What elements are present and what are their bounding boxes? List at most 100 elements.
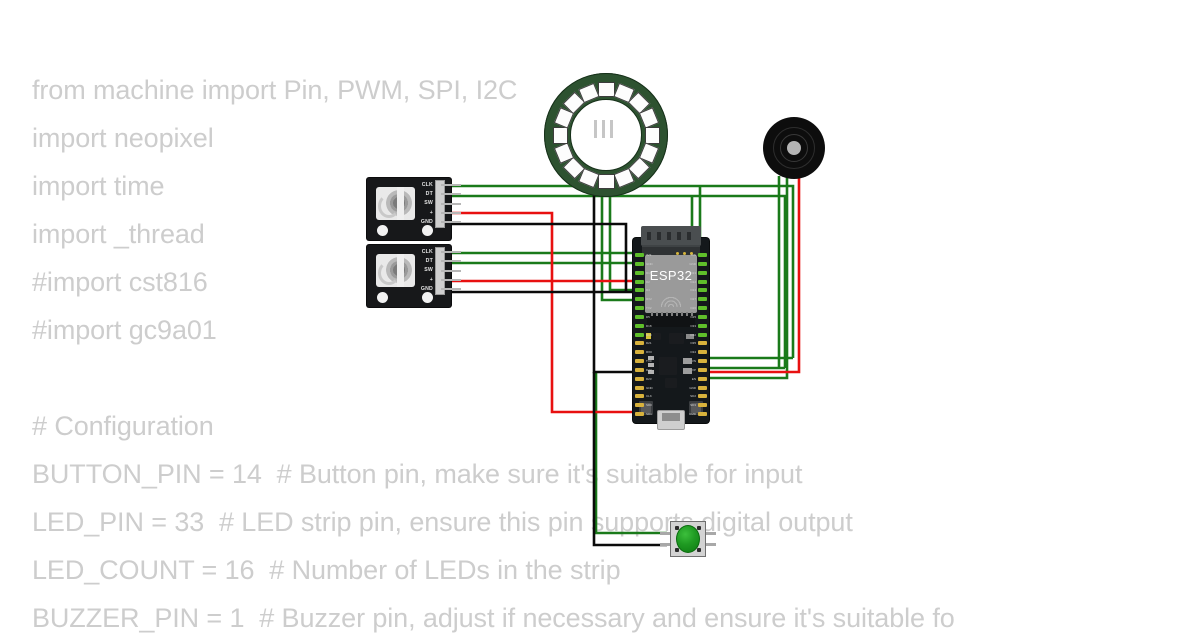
encoder-pin-gnd: GND	[420, 218, 433, 225]
encoder-pin-plus: +	[429, 276, 433, 283]
encoder-lead-5	[441, 221, 461, 224]
pin-tx2[interactable]	[635, 306, 644, 311]
pin-d21[interactable]	[635, 341, 644, 346]
pin-label-d27: D27	[690, 297, 696, 302]
header-right[interactable]: VIN GND D13 D12 D14 D27 D26 D25 D33 D32 D35 D34 VN VP…	[689, 252, 707, 420]
pin-d35[interactable]	[698, 341, 707, 346]
button-cap[interactable]	[676, 525, 700, 553]
encoder-pin-clk: CLK	[421, 182, 433, 188]
simulator-canvas[interactable]: from machine import Pin, PWM, SPI, I2C im…	[0, 0, 1200, 633]
pin-d25[interactable]	[698, 314, 707, 319]
pin-label-gnd: GND	[689, 385, 696, 390]
pin-d12[interactable]	[698, 279, 707, 284]
buzzer[interactable]	[763, 117, 825, 179]
ring-led-1	[597, 81, 615, 97]
push-button[interactable]	[660, 518, 716, 560]
pin-d23[interactable]	[635, 376, 644, 381]
pin-d34[interactable]	[698, 350, 707, 355]
pin-vn[interactable]	[698, 359, 707, 364]
encoder-lead-4	[441, 278, 461, 281]
pin-label-d14: D14	[690, 288, 696, 293]
pin-label-d22: D22	[646, 367, 652, 372]
pin-label-tx2: TX2	[646, 306, 652, 311]
encoder-pin-clk: CLK	[421, 249, 433, 255]
pin-tx0[interactable]	[635, 359, 644, 364]
smd-resistor-c	[648, 363, 654, 367]
pin-label-rx2: RX2	[646, 297, 652, 302]
pin-rx2[interactable]	[635, 297, 644, 302]
pin-label-vp: VP	[691, 367, 696, 372]
pin-d32[interactable]	[698, 332, 707, 337]
encoder-pin-labels: CLK DT SW + GND	[421, 181, 433, 227]
pin-sd2[interactable]	[698, 394, 707, 399]
pin-label-sd2: SD2	[690, 394, 696, 399]
pin-cmd[interactable]	[698, 412, 707, 417]
pin-vp[interactable]	[698, 367, 707, 372]
pin-label-gnd: GND	[689, 261, 696, 266]
rotary-encoder-2[interactable]: CLK DT SW + GND	[367, 245, 461, 307]
pin-d18[interactable]	[635, 323, 644, 328]
button-lead-right-2	[706, 543, 716, 546]
esp32-board[interactable]: ESP32 3V3 GND D15 D2 D4 RX2 TX2 D5 D18 D…	[633, 226, 709, 430]
button-screw-br	[697, 548, 701, 552]
pin-3v3[interactable]	[635, 253, 644, 257]
pin-d4[interactable]	[635, 288, 644, 293]
pin-gnd[interactable]	[635, 385, 644, 390]
pin-d5[interactable]	[635, 314, 644, 319]
pin-label-d4: D4	[646, 288, 650, 293]
pin-label-d34: D34	[690, 350, 696, 355]
pin-d13[interactable]	[698, 270, 707, 275]
pin-label-en: EN	[691, 376, 696, 381]
micro-usb-port[interactable]	[657, 410, 685, 430]
encoder-lead-4	[441, 211, 461, 214]
neopixel-ring[interactable]	[544, 73, 668, 197]
pin-d33[interactable]	[698, 323, 707, 328]
pin-label-sd0: SD0	[646, 403, 652, 408]
pin-label-d25: D25	[690, 314, 696, 319]
encoder-pin-gnd: GND	[420, 285, 433, 292]
pin-sd0[interactable]	[635, 403, 644, 408]
smd-ic-a	[653, 333, 661, 340]
pin-label-vin: VIN	[690, 253, 696, 257]
encoder-pin-sw: SW	[424, 267, 433, 274]
pin-d19[interactable]	[635, 332, 644, 337]
pin-gnd[interactable]	[698, 385, 707, 390]
rotary-encoder-1[interactable]: CLK DT SW + GND	[367, 178, 461, 240]
pin-label-sd1: SD1	[646, 412, 652, 417]
pin-d22[interactable]	[635, 367, 644, 372]
pin-en[interactable]	[698, 376, 707, 381]
wifi-icon	[661, 291, 681, 307]
pin-label-sd3: SD3	[690, 403, 696, 408]
pin-d15[interactable]	[635, 270, 644, 275]
button-lead-left-2	[660, 543, 670, 546]
pin-label-vn: VN	[691, 359, 696, 364]
button-lead-right	[706, 532, 716, 535]
pin-d14[interactable]	[698, 288, 707, 293]
ring-lead-2	[602, 120, 605, 138]
pin-d27[interactable]	[698, 297, 707, 302]
pin-d26[interactable]	[698, 306, 707, 311]
board-label: ESP32	[649, 268, 693, 283]
button-lead-left	[660, 532, 670, 535]
pin-gnd[interactable]	[635, 261, 644, 266]
pin-label-d2: D2	[646, 279, 650, 284]
pin-rx0[interactable]	[635, 350, 644, 355]
encoder-lead-1	[441, 184, 461, 186]
pin-sd3[interactable]	[698, 403, 707, 408]
pin-label-d21: D21	[646, 341, 652, 346]
header-left[interactable]: 3V3 GND D15 D2 D4 RX2 TX2 D5 D18 D19 D21 RX0 TX0 D22 D…	[635, 252, 653, 420]
encoder-knob[interactable]	[376, 254, 415, 287]
pin-gnd[interactable]	[698, 261, 707, 266]
ring-lead-1	[594, 120, 597, 138]
mount-hole-left	[377, 225, 388, 236]
pin-vin[interactable]	[698, 253, 707, 257]
encoder-knob[interactable]	[376, 187, 415, 220]
encoder-pin-plus: +	[429, 209, 433, 216]
ring-lead-3	[610, 120, 613, 138]
encoder-lead-3	[441, 202, 461, 205]
pin-d2[interactable]	[635, 279, 644, 284]
ring-led-5	[644, 126, 660, 144]
pin-sd1[interactable]	[635, 412, 644, 417]
pin-clk[interactable]	[635, 394, 644, 399]
button-screw-tr	[697, 526, 701, 530]
